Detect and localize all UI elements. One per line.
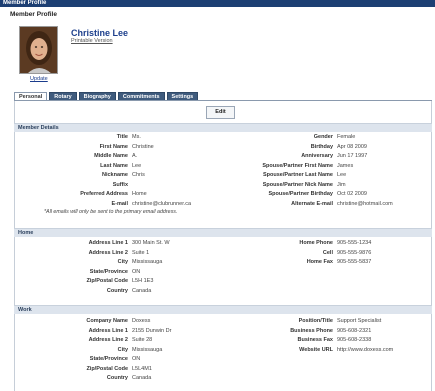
tab-personal[interactable]: Personal	[14, 92, 48, 100]
tab-commitments[interactable]: Commitments	[117, 92, 165, 100]
label-work-address-2: Address Line 2	[88, 337, 128, 343]
label-work-zip: Zip/Postal Code	[86, 365, 128, 372]
email-note: *All emails will only be sent to the pri…	[44, 209, 178, 215]
value-work-city: Mississauga	[132, 346, 163, 353]
label-email: E-mail	[111, 200, 128, 207]
label-first-name: First Name	[99, 143, 128, 150]
value-middle-name: A.	[132, 153, 138, 159]
label-nickname: Nickname	[102, 172, 128, 178]
value-work-zip: L5L4M1	[132, 365, 152, 372]
value-spouse-last-name: Lee	[337, 172, 347, 178]
tab-biography[interactable]: Biography	[78, 92, 116, 100]
label-gender: Gender	[313, 134, 333, 140]
value-gender: Female	[337, 134, 356, 140]
label-business-phone: Business Phone	[290, 327, 333, 334]
tab-settings[interactable]: Settings	[166, 92, 199, 100]
label-birthday: Birthday	[310, 143, 333, 150]
label-last-name: Last Name	[100, 162, 128, 169]
label-spouse-birthday: Spouse/Partner Birthday	[268, 191, 334, 197]
value-home-zip: L5H 1E3	[132, 278, 154, 284]
window-title-bar: Member Profile	[0, 0, 435, 7]
value-last-name: Lee	[132, 162, 142, 169]
value-home-city: Mississauga	[132, 259, 163, 265]
update-photo-link[interactable]: Update	[30, 76, 48, 82]
value-home-country: Canada	[132, 287, 152, 294]
value-title: Ms.	[132, 134, 141, 140]
value-work-country: Canada	[132, 375, 152, 381]
label-home-phone: Home Phone	[299, 240, 333, 246]
label-cell: Cell	[322, 249, 333, 256]
member-photo	[19, 26, 58, 74]
value-birthday: Apr 08 2009	[337, 143, 367, 150]
label-anniversary: Anniversary	[301, 153, 333, 159]
label-position-title: Position/Title	[298, 318, 333, 324]
value-work-address-2: Suite 28	[132, 337, 153, 343]
value-anniversary: Jun 17 1997	[337, 153, 368, 159]
label-home-country: Country	[106, 287, 128, 294]
value-alternate-email: christine@hotmail.com	[337, 200, 393, 207]
label-work-state: State/Province	[89, 356, 128, 362]
label-home-address-1: Address Line 1	[88, 240, 128, 246]
value-company-name: Doxess	[132, 318, 151, 324]
label-home-state: State/Province	[89, 268, 128, 275]
label-business-fax: Business Fax	[297, 337, 333, 343]
label-preferred-address: Preferred Address	[80, 191, 128, 197]
tab-rotary[interactable]: Rotary	[49, 92, 77, 100]
value-spouse-first-name: James	[337, 162, 354, 169]
value-spouse-nick-name: Jim	[337, 181, 346, 188]
value-position-title: Support Specialist	[337, 318, 382, 324]
value-work-state: ON	[132, 356, 141, 362]
printable-version-link[interactable]: Printable Version	[71, 38, 113, 44]
value-email: christine@clubrunner.ca	[132, 200, 192, 207]
label-home-fax: Home Fax	[306, 259, 333, 265]
label-website-url: Website URL	[299, 346, 333, 353]
label-work-city: City	[117, 346, 128, 353]
value-home-phone: 905-555-1234	[337, 240, 372, 246]
section-member-details: Member Details	[14, 123, 432, 132]
value-business-fax: 905-608-2338	[337, 337, 372, 343]
section-work: Work	[14, 305, 432, 314]
label-work-country: Country	[106, 375, 128, 381]
value-business-phone: 905-608-2321	[337, 327, 372, 334]
value-home-fax: 905-555-5837	[337, 259, 372, 265]
value-preferred-address: Home	[132, 191, 147, 197]
value-spouse-birthday: Oct 02 2009	[337, 191, 367, 197]
value-work-address-1: 2155 Dunwin Dr	[132, 327, 172, 334]
value-home-state: ON	[132, 268, 141, 275]
label-work-address-1: Address Line 1	[88, 327, 128, 334]
section-home: Home	[14, 228, 432, 237]
value-home-address-2: Suite 1	[132, 249, 150, 256]
value-first-name: Christine	[132, 143, 154, 150]
page-title: Member Profile	[10, 11, 57, 18]
profile-tabs: Personal Rotary Biography Commitments Se…	[14, 92, 199, 100]
label-middle-name: Middle Name	[94, 153, 128, 159]
window-title: Member Profile	[3, 0, 47, 6]
label-company-name: Company Name	[86, 318, 128, 324]
edit-button[interactable]: Edit	[206, 106, 235, 119]
label-suffix: Suffix	[112, 181, 128, 188]
value-website-url: http://www.doxess.com	[337, 346, 394, 353]
label-title: Title	[116, 134, 128, 140]
value-cell: 905-555-9876	[337, 249, 372, 256]
label-spouse-last-name: Spouse/Partner Last Name	[263, 172, 333, 178]
label-spouse-first-name: Spouse/Partner First Name	[262, 162, 333, 169]
label-home-city: City	[117, 259, 128, 265]
member-name: Christine Lee	[71, 28, 129, 38]
value-nickname: Chris	[132, 172, 145, 178]
value-home-address-1: 300 Main St. W	[132, 240, 170, 246]
label-home-address-2: Address Line 2	[88, 249, 128, 256]
label-spouse-nick-name: Spouse/Partner Nick Name	[262, 181, 333, 188]
label-alternate-email: Alternate E-mail	[291, 200, 333, 207]
label-home-zip: Zip/Postal Code	[86, 278, 128, 284]
